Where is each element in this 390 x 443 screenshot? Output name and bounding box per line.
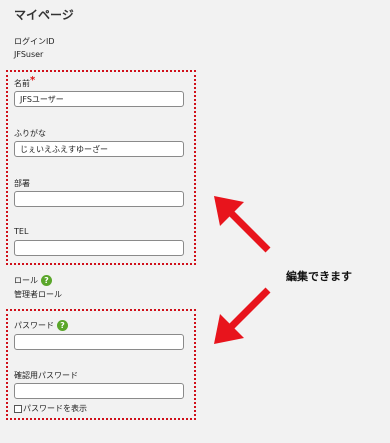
- furigana-input[interactable]: じぇいえふえすゆーざー: [14, 141, 184, 157]
- password-label-row: パスワード?: [14, 320, 68, 331]
- department-input[interactable]: [14, 191, 184, 207]
- name-label-text: 名前: [14, 79, 30, 88]
- editable-callout-text: 編集できます: [286, 270, 352, 283]
- role-help-icon[interactable]: ?: [41, 275, 52, 286]
- password-confirm-label: 確認用パスワード: [14, 371, 78, 380]
- role-value: 管理者ロール: [14, 290, 62, 299]
- show-password-label: パスワードを表示: [23, 404, 87, 413]
- login-id-label: ログインID: [14, 37, 55, 46]
- required-mark: *: [30, 75, 36, 86]
- show-password-checkbox[interactable]: [14, 404, 22, 413]
- name-input[interactable]: JFSユーザー: [14, 91, 184, 107]
- password-help-icon[interactable]: ?: [57, 320, 68, 331]
- login-id-value: JFSuser: [14, 50, 44, 59]
- password-confirm-input[interactable]: [14, 383, 184, 399]
- password-label: パスワード: [14, 321, 54, 330]
- furigana-label: ふりがな: [14, 129, 46, 138]
- show-password-row[interactable]: パスワードを表示: [14, 403, 87, 414]
- name-label: 名前*: [14, 75, 36, 89]
- role-label-row: ロール?: [14, 275, 52, 286]
- tel-input[interactable]: [14, 240, 184, 256]
- password-input[interactable]: [14, 334, 184, 350]
- department-label: 部署: [14, 179, 30, 188]
- arrow-down-left-icon: [214, 287, 271, 344]
- page-title: マイページ: [14, 8, 74, 22]
- tel-label: TEL: [14, 227, 29, 236]
- arrow-up-left-icon: [214, 196, 271, 253]
- role-label: ロール: [14, 276, 38, 285]
